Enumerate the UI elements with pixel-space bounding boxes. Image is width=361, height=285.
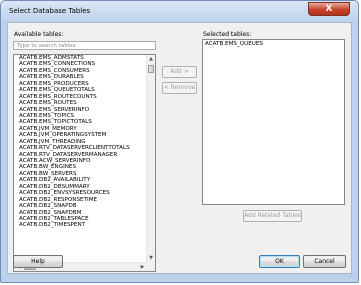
scroll-up-icon[interactable]: ▲ bbox=[147, 55, 155, 64]
title-bar[interactable]: Select Database Tables X bbox=[1, 1, 360, 22]
list-item[interactable]: ACATB.DB2_TIMESPENT bbox=[19, 222, 147, 228]
selected-tables-label: Selected tables: bbox=[203, 31, 252, 38]
window-title: Select Database Tables bbox=[9, 7, 91, 15]
available-tables-label: Available tables: bbox=[14, 31, 64, 38]
list-item[interactable]: ACATB.RTV_DATASERVERCLIENTTOTALS bbox=[19, 145, 147, 151]
selected-tables-list[interactable]: ACATB.EMS_QUEUES bbox=[202, 39, 345, 205]
available-tables-items: ACATB.EMS_ADMSTATS ACATB.EMS_CONNECTIONS… bbox=[19, 55, 147, 261]
search-tables-input[interactable] bbox=[13, 41, 156, 50]
cancel-button[interactable]: Cancel bbox=[303, 255, 346, 268]
vertical-scrollbar[interactable]: ▲ ▼ bbox=[146, 55, 155, 263]
list-item[interactable]: ACATB.EMS_QUEUES bbox=[205, 41, 263, 47]
resize-grip-icon[interactable]: ⋰ bbox=[346, 272, 354, 280]
vertical-scroll-thumb[interactable] bbox=[148, 65, 154, 73]
scrollbar-corner bbox=[146, 262, 155, 271]
remove-button[interactable]: < Remove bbox=[162, 82, 197, 94]
add-button[interactable]: Add > bbox=[162, 66, 197, 78]
ok-button[interactable]: OK bbox=[259, 255, 300, 268]
add-related-tables-button[interactable]: Add Related Tables bbox=[243, 210, 302, 222]
available-tables-list[interactable]: ACATB.EMS_ADMSTATS ACATB.EMS_CONNECTIONS… bbox=[13, 54, 156, 272]
close-button[interactable]: X bbox=[308, 2, 350, 16]
help-button[interactable]: Help bbox=[13, 255, 63, 268]
